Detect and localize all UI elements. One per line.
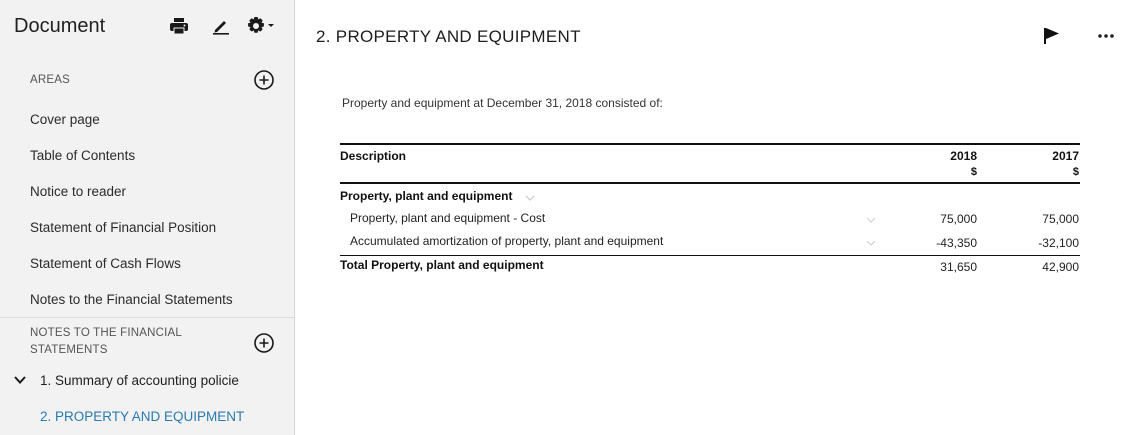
add-area-icon[interactable] — [253, 69, 275, 91]
sidebar-divider — [0, 317, 294, 318]
row-value-2017: 75,000 — [1042, 212, 1079, 226]
gear-icon[interactable] — [246, 16, 276, 36]
table-header-rule — [340, 182, 1080, 184]
row-value-2018: -43,350 — [936, 236, 977, 250]
sidebar-item-cover-page[interactable]: Cover page — [30, 112, 100, 127]
notes-section-label: NOTES TO THE FINANCIAL STATEMENTS — [30, 325, 182, 359]
sidebar-item-table-of-contents[interactable]: Table of Contents — [30, 148, 135, 163]
sidebar: Document AREAS Cover page Table of Conte… — [0, 0, 295, 435]
column-unit-2018: $ — [970, 166, 977, 178]
sidebar-item-notes-to-financial-statements[interactable]: Notes to the Financial Statements — [30, 292, 233, 307]
areas-section-label: AREAS — [30, 74, 70, 86]
more-options-icon[interactable] — [1095, 26, 1117, 46]
row-chevron-down-icon[interactable] — [866, 216, 876, 224]
column-unit-2017: $ — [1072, 166, 1079, 178]
notes-section-label-line1: NOTES TO THE FINANCIAL — [30, 327, 183, 339]
pencil-icon[interactable] — [210, 16, 232, 36]
row-value-2017: -32,100 — [1038, 236, 1079, 250]
table-total-rule — [340, 255, 1080, 256]
intro-text: Property and equipment at December 31, 2… — [342, 96, 663, 110]
column-header-2017: 2017 — [1052, 149, 1079, 163]
total-value-2017: 42,900 — [1042, 260, 1079, 274]
row-label: Property, plant and equipment - Cost — [350, 211, 546, 225]
group-label: Property, plant and equipment — [340, 189, 513, 203]
total-value-2018: 31,650 — [940, 260, 977, 274]
sidebar-item-statement-of-cash-flows[interactable]: Statement of Cash Flows — [30, 256, 181, 271]
add-note-icon[interactable] — [253, 332, 275, 354]
flag-icon[interactable] — [1040, 25, 1062, 47]
row-value-2018: 75,000 — [940, 212, 977, 226]
total-label: Total Property, plant and equipment — [340, 258, 544, 272]
chevron-down-icon[interactable] — [13, 373, 27, 387]
print-icon[interactable] — [168, 16, 190, 36]
table-top-rule — [340, 143, 1080, 145]
row-chevron-down-icon[interactable] — [866, 239, 876, 247]
row-label: Accumulated amortization of property, pl… — [350, 234, 664, 248]
sidebar-item-notice-to-reader[interactable]: Notice to reader — [30, 184, 126, 199]
caret-down-icon — [268, 24, 274, 27]
note-item-summary-of-accounting-policies[interactable]: 1. Summary of accounting policie — [40, 373, 248, 388]
notes-section-label-line2: STATEMENTS — [30, 344, 108, 356]
column-header-description: Description — [340, 149, 407, 163]
sidebar-toolbar — [168, 16, 276, 36]
sidebar-title: Document — [14, 15, 106, 37]
page-title: 2. PROPERTY AND EQUIPMENT — [316, 27, 581, 46]
group-chevron-down-icon[interactable] — [525, 194, 535, 202]
column-header-2018: 2018 — [950, 149, 977, 163]
note-item-property-and-equipment[interactable]: 2. PROPERTY AND EQUIPMENT — [40, 409, 248, 424]
sidebar-item-statement-of-financial-position[interactable]: Statement of Financial Position — [30, 220, 216, 235]
